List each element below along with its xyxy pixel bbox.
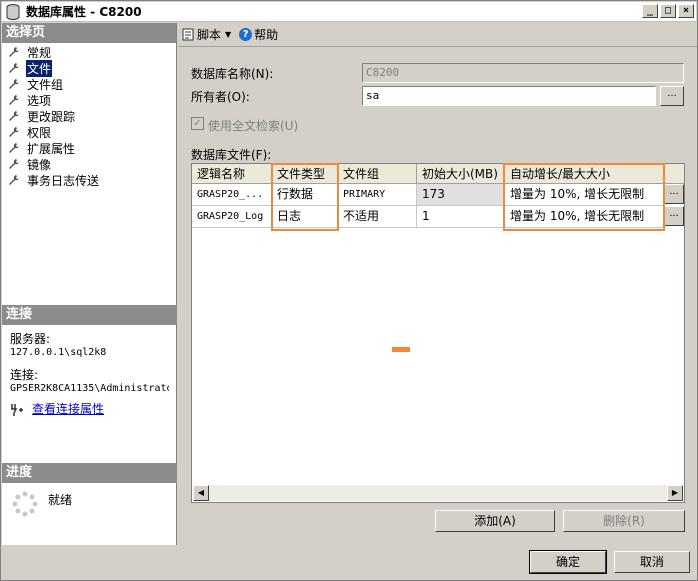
grid-horizontal-scrollbar[interactable]: ◀ ▶ — [193, 485, 683, 501]
nav-item[interactable]: 事务日志传送 — [8, 172, 176, 188]
nav-item[interactable]: 权限 — [8, 124, 176, 140]
progress-status: 就绪 — [48, 493, 73, 507]
view-connection-properties-link[interactable]: 查看连接属性 — [32, 403, 104, 416]
wrench-icon — [8, 46, 20, 58]
cell-filegroup[interactable]: PRIMARY — [338, 184, 417, 206]
progress-section: 进度 就绪 — [2, 463, 177, 525]
title-bar[interactable]: 数据库属性 - C8200 _ □ × — [2, 2, 696, 22]
nav-item-label: 镜像 — [27, 157, 52, 172]
maximize-button[interactable]: □ — [660, 4, 676, 18]
file-type-highlight — [271, 163, 339, 231]
col-header-logical-name[interactable]: 逻辑名称 — [192, 164, 272, 184]
nav-item-label: 更改跟踪 — [27, 109, 76, 124]
wrench-icon — [8, 110, 20, 122]
fulltext-checkbox[interactable]: ✓ — [191, 117, 204, 130]
autogrowth-highlight — [503, 163, 665, 231]
help-label: 帮助 — [254, 28, 279, 42]
database-icon — [6, 3, 20, 20]
nav-item[interactable]: 更改跟踪 — [8, 108, 176, 124]
scroll-right-icon[interactable]: ▶ — [667, 485, 683, 501]
left-pane: 选择页 常规 文件 文件组 选项 更改跟踪 权限 扩展属性 镜像 事务日志传送 连接 服务器: … — [2, 23, 177, 545]
add-button[interactable]: 添加(A) — [435, 510, 555, 532]
col-header-filegroup[interactable]: 文件组 — [338, 164, 417, 184]
nav-item[interactable]: 文件组 — [8, 76, 176, 92]
wrench-icon — [8, 126, 20, 138]
remove-button[interactable]: 删除(R) — [563, 510, 685, 532]
cell-filegroup[interactable]: 不适用 — [338, 206, 417, 228]
script-dropdown[interactable]: 脚本 ▼ — [182, 26, 231, 43]
nav-item[interactable]: 镜像 — [8, 156, 176, 172]
window-title: 数据库属性 - C8200 — [26, 5, 142, 19]
autogrowth-edit-button[interactable]: ... — [664, 206, 684, 226]
cancel-button[interactable]: 取消 — [614, 551, 690, 573]
page-nav-list: 常规 文件 文件组 选项 更改跟踪 权限 扩展属性 镜像 事务日志传送 — [2, 43, 176, 188]
ok-button[interactable]: 确定 — [529, 550, 607, 574]
scroll-track[interactable] — [209, 485, 667, 501]
scroll-left-icon[interactable]: ◀ — [193, 485, 209, 501]
dialog-window: 数据库属性 - C8200 _ □ × 选择页 常规 文件 文件组 选项 更改跟踪 权限扩… — [0, 0, 698, 581]
close-button[interactable]: × — [678, 4, 694, 18]
nav-item-label: 扩展属性 — [27, 141, 76, 156]
wrench-icon — [8, 94, 20, 106]
server-label: 服务器: — [10, 332, 51, 346]
cell-initial-size[interactable]: 173 — [417, 184, 505, 206]
nav-item-label: 文件组 — [27, 77, 64, 92]
nav-item[interactable]: 常规 — [8, 44, 176, 60]
db-files-label: 数据库文件(F): — [191, 148, 272, 162]
cell-logical-name[interactable]: GRASP20_... — [192, 184, 272, 206]
wrench-icon — [8, 62, 20, 74]
progress-spinner-icon — [12, 491, 38, 517]
nav-item[interactable]: 扩展属性 — [8, 140, 176, 156]
col-header-initial-size[interactable]: 初始大小(MB) — [417, 164, 505, 184]
server-value: 127.0.0.1\sql2k8 — [10, 347, 107, 358]
connection-header: 连接 — [2, 305, 177, 325]
minimize-button[interactable]: _ — [642, 4, 658, 18]
db-name-label: 数据库名称(N): — [191, 67, 274, 81]
db-name-field[interactable]: C8200 — [362, 63, 684, 83]
wrench-icon — [8, 158, 20, 170]
nav-item-label: 权限 — [27, 125, 52, 140]
help-icon: ? — [239, 28, 253, 41]
script-label: 脚本 — [197, 28, 222, 42]
connection-section: 连接 服务器: 127.0.0.1\sql2k8 连接: GPSER2K8CA1… — [2, 305, 177, 424]
chevron-down-icon: ▼ — [225, 30, 232, 39]
connection-value: GPSER2K8CA1135\Administrator — [10, 383, 169, 394]
autogrowth-edit-button[interactable]: ... — [664, 184, 684, 204]
nav-item[interactable]: 文件 — [8, 59, 176, 77]
nav-item[interactable]: 选项 — [8, 92, 176, 108]
nav-item-label: 常规 — [27, 45, 52, 60]
nav-item-label: 文件 — [26, 59, 53, 77]
owner-label: 所有者(O): — [191, 90, 250, 104]
select-page-header: 选择页 — [2, 23, 176, 43]
connection-label: 连接: — [10, 368, 39, 382]
owner-field[interactable]: sa — [362, 86, 656, 106]
script-icon — [182, 28, 194, 41]
nav-item-label: 事务日志传送 — [27, 173, 100, 188]
wrench-icon — [8, 142, 20, 154]
cell-logical-name[interactable]: GRASP20_Log — [192, 206, 272, 228]
help-button[interactable]: ? 帮助 — [239, 26, 278, 43]
toolbar: 脚本 ▼ ? 帮助 — [178, 23, 697, 47]
owner-browse-button[interactable]: ... — [660, 86, 684, 106]
progress-header: 进度 — [2, 463, 177, 483]
orange-marker — [392, 347, 410, 352]
connection-properties-icon — [10, 403, 24, 416]
cell-initial-size[interactable]: 1 — [417, 206, 505, 228]
wrench-icon — [8, 78, 20, 90]
wrench-icon — [8, 174, 20, 186]
fulltext-label: 使用全文检索(U) — [208, 119, 299, 133]
nav-item-label: 选项 — [27, 93, 52, 108]
